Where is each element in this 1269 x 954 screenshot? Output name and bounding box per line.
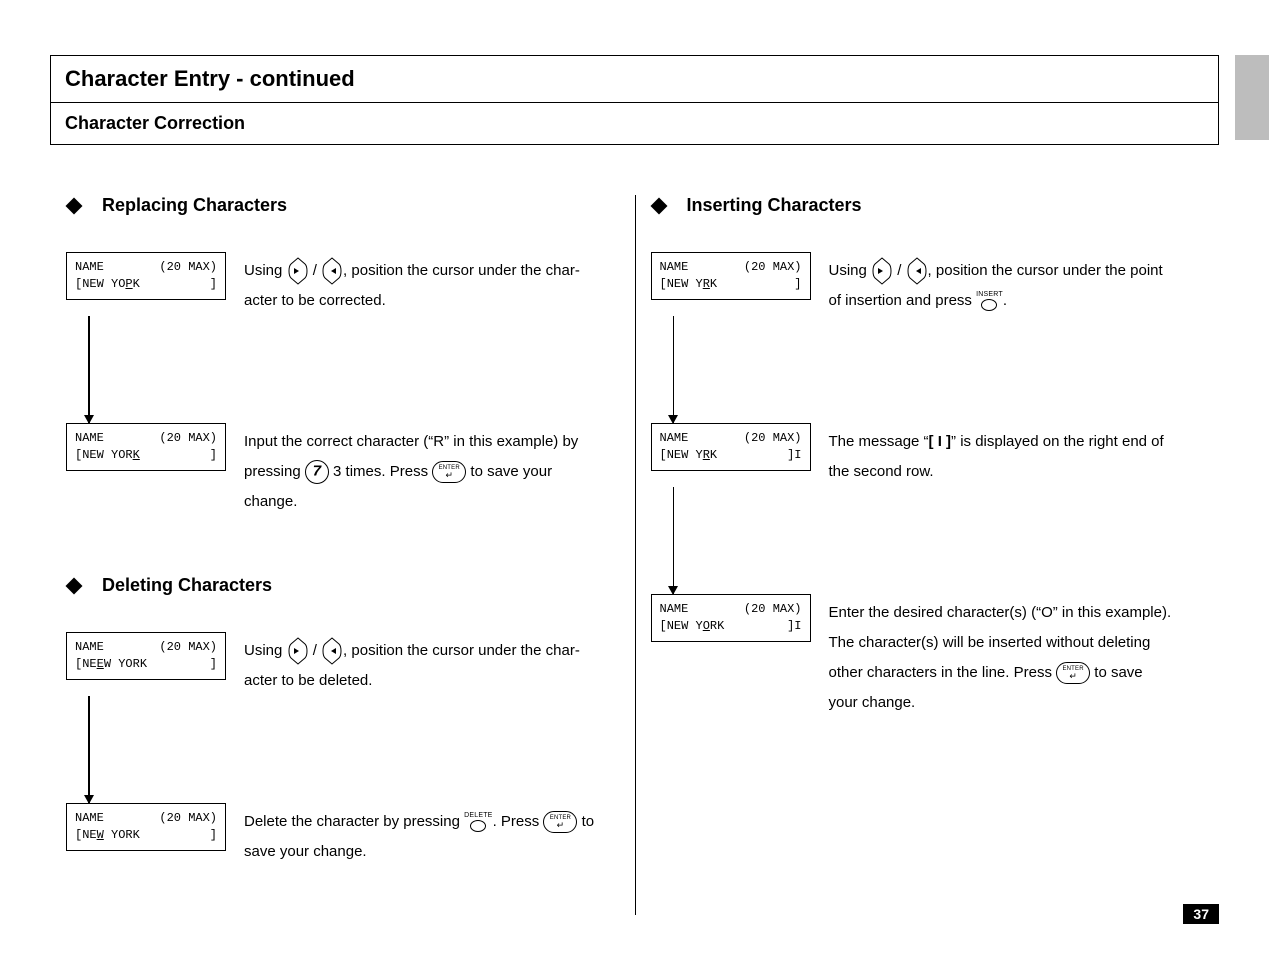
nav-right-icon (906, 257, 928, 285)
lcd-line1-left: NAME (75, 430, 104, 447)
keypad-7-icon: 7 (305, 460, 329, 484)
section-title: Character Correction (51, 103, 1218, 144)
lcd-line1-right: (20 MAX) (159, 259, 217, 276)
step-description: Using / , position the cursor under the … (811, 252, 1204, 316)
lcd-line1-left: NAME (660, 430, 689, 447)
inserting-step-3: NAME (20 MAX) [NEW YORK ]I Enter the des… (651, 594, 1204, 718)
lcd-line2-right: ] (210, 827, 217, 844)
inserting-heading: Inserting Characters (651, 195, 1204, 216)
lcd-line1-left: NAME (75, 259, 104, 276)
lcd-line1-left: NAME (75, 639, 104, 656)
nav-right-icon (321, 257, 343, 285)
heading-text: Deleting Characters (102, 575, 272, 596)
lcd-line2-left: [NEW YRK (660, 276, 718, 293)
lcd-line2-left: [NEW YORK (75, 447, 140, 464)
lcd-line2-left: [NEEW YORK (75, 656, 147, 673)
bullet-icon (650, 197, 667, 214)
lcd-display: NAME (20 MAX) [NEW YRK ] (651, 252, 811, 300)
lcd-display: NAME (20 MAX) [NEW YORK ] (66, 803, 226, 851)
left-column: Replacing Characters NAME (20 MAX) [NEW … (50, 195, 635, 925)
lcd-display: NAME (20 MAX) [NEW YORK ] (66, 423, 226, 471)
column-divider (635, 195, 636, 915)
heading-text: Replacing Characters (102, 195, 287, 216)
lcd-line1-right: (20 MAX) (159, 810, 217, 827)
step-description: Enter the desired character(s) (“O” in t… (811, 594, 1204, 718)
page-number: 37 (1183, 904, 1219, 924)
lcd-line1-right: (20 MAX) (159, 430, 217, 447)
lcd-line1-right: (20 MAX) (159, 639, 217, 656)
page-tab (1235, 55, 1269, 140)
lcd-line2-right: ] (210, 447, 217, 464)
lcd-line1-left: NAME (660, 601, 689, 618)
replacing-heading: Replacing Characters (66, 195, 619, 216)
inserting-step-1: NAME (20 MAX) [NEW YRK ] Using / , posit… (651, 252, 1204, 316)
deleting-step-1: NAME (20 MAX) [NEEW YORK ] Using / , pos… (66, 632, 619, 696)
lcd-display: NAME (20 MAX) [NEW YORK ]I (651, 594, 811, 642)
step-description: Delete the character by pressing DELETE.… (226, 803, 619, 867)
header-box: Character Entry - continued Character Co… (50, 55, 1219, 145)
nav-left-icon (287, 637, 309, 665)
flow-arrow (669, 487, 679, 594)
flow-arrow (669, 316, 679, 423)
lcd-line2-right: ] (210, 276, 217, 293)
insert-button-icon: INSERT (976, 291, 1003, 312)
page-title: Character Entry - continued (51, 56, 1218, 103)
replacing-step-2: NAME (20 MAX) [NEW YORK ] Input the corr… (66, 423, 619, 517)
bullet-icon (66, 577, 83, 594)
lcd-line2-right: ]I (787, 618, 801, 635)
replacing-step-1: NAME (20 MAX) [NEW YOPK ] Using / , posi… (66, 252, 619, 316)
step-description: Input the correct character (“R” in this… (226, 423, 619, 517)
lcd-display: NAME (20 MAX) [NEW YOPK ] (66, 252, 226, 300)
lcd-line2-left: [NEW YORK (660, 618, 725, 635)
enter-button-icon: ENTER↵ (543, 811, 577, 833)
lcd-line2-right: ] (794, 276, 801, 293)
inserting-section: Inserting Characters NAME (20 MAX) [NEW … (651, 195, 1204, 718)
step-description: The message “[ I ]” is displayed on the … (811, 423, 1204, 487)
step-description: Using / , position the cursor under the … (226, 632, 619, 696)
lcd-line1-left: NAME (75, 810, 104, 827)
lcd-display: NAME (20 MAX) [NEW YRK ]I (651, 423, 811, 471)
right-column: Inserting Characters NAME (20 MAX) [NEW … (635, 195, 1220, 925)
deleting-step-2: NAME (20 MAX) [NEW YORK ] Delete the cha… (66, 803, 619, 867)
lcd-line1-right: (20 MAX) (744, 601, 802, 618)
step-description: Using / , position the cursor under the … (226, 252, 619, 316)
enter-button-icon: ENTER↵ (1056, 662, 1090, 684)
flow-arrow (84, 696, 94, 803)
lcd-line2-left: [NEW YOPK (75, 276, 140, 293)
deleting-heading: Deleting Characters (66, 575, 619, 596)
lcd-line2-right: ] (210, 656, 217, 673)
deleting-section: Deleting Characters NAME (20 MAX) [NEEW … (66, 575, 619, 867)
lcd-line2-left: [NEW YRK (660, 447, 718, 464)
lcd-display: NAME (20 MAX) [NEEW YORK ] (66, 632, 226, 680)
replacing-section: Replacing Characters NAME (20 MAX) [NEW … (66, 195, 619, 517)
lcd-line1-right: (20 MAX) (744, 430, 802, 447)
nav-left-icon (287, 257, 309, 285)
delete-button-icon: DELETE (464, 812, 492, 833)
lcd-line1-right: (20 MAX) (744, 259, 802, 276)
flow-arrow (84, 316, 94, 423)
lcd-line1-left: NAME (660, 259, 689, 276)
lcd-line2-left: [NEW YORK (75, 827, 140, 844)
nav-left-icon (871, 257, 893, 285)
heading-text: Inserting Characters (687, 195, 862, 216)
bullet-icon (66, 197, 83, 214)
lcd-line2-right: ]I (787, 447, 801, 464)
nav-right-icon (321, 637, 343, 665)
enter-button-icon: ENTER↵ (432, 461, 466, 483)
inserting-step-2: NAME (20 MAX) [NEW YRK ]I The message “[… (651, 423, 1204, 487)
